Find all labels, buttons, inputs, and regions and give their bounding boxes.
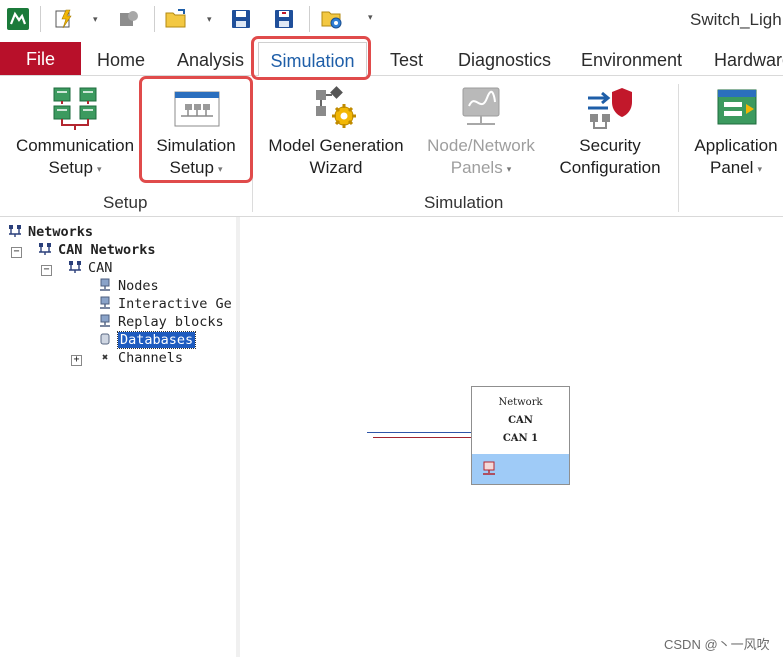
record-icon[interactable] [116, 6, 140, 32]
chevron-down-icon[interactable]: ▾ [93, 14, 98, 25]
tree-node-networks[interactable]: Networks [8, 223, 93, 241]
node-network-panels-icon [457, 84, 505, 132]
model-generation-wizard-button[interactable]: Model Generation Wizard [262, 76, 410, 186]
tree-node-interactive-generator[interactable]: Interactive Ge [98, 295, 232, 313]
security-shield-icon [586, 84, 634, 132]
communication-setup-icon [52, 84, 100, 132]
node-icon [98, 314, 112, 328]
tab-environment[interactable]: Environment [581, 42, 682, 75]
node-icon [98, 296, 112, 310]
simulation-setup-button[interactable]: Simulation Setup ▾ [145, 76, 247, 186]
model-generation-icon [312, 84, 360, 132]
app-logo-icon[interactable] [6, 7, 30, 31]
chevron-down-icon: ▾ [96, 163, 102, 174]
security-configuration-label: Security Configuration [559, 136, 661, 177]
group-separator [678, 84, 679, 212]
open-folder-icon[interactable] [164, 6, 188, 32]
group-separator [252, 84, 253, 212]
network-icon [38, 242, 52, 256]
window-title: Switch_Ligh [690, 10, 782, 29]
network-block-channel: CAN 1 [502, 433, 539, 444]
tree-node-can[interactable]: CAN [68, 259, 112, 277]
tree-node-can-networks[interactable]: CAN Networks [38, 241, 156, 259]
node-icon [98, 278, 112, 292]
channel-icon [98, 350, 112, 364]
chevron-down-icon[interactable]: ▾ [207, 14, 212, 25]
collapse-toggle[interactable]: − [41, 265, 52, 276]
network-block-bus: CAN [508, 415, 533, 426]
network-icon [8, 224, 22, 238]
toolbar-separator [154, 6, 155, 32]
save-icon[interactable] [229, 6, 253, 32]
application-panel-icon [714, 84, 762, 132]
network-block-can[interactable]: Network CAN CAN 1 [471, 386, 570, 485]
group-label-setup: Setup [103, 193, 148, 212]
database-icon [98, 332, 112, 346]
communication-setup-button[interactable]: Communication Setup ▾ [8, 76, 142, 186]
application-panel-label: Application Panel ▾ [694, 136, 778, 177]
node-network-panels-button[interactable]: Node/Network Panels ▾ [418, 76, 544, 186]
tree-node-channels[interactable]: Channels [98, 349, 183, 367]
toolbar-separator [309, 6, 310, 32]
network-node-icon [481, 461, 497, 481]
save-as-icon[interactable] [272, 6, 296, 32]
ribbon-tab-bar: File Home Analysis Simulation Test Diagn… [0, 42, 783, 76]
lightning-doc-icon[interactable] [52, 6, 76, 32]
watermark: CSDN @丶一风吹 [664, 637, 770, 652]
application-panel-button[interactable]: Application Panel ▾ [686, 76, 783, 186]
tree-node-nodes[interactable]: Nodes [98, 277, 159, 295]
config-icon[interactable] [320, 6, 344, 32]
toolbar-separator [40, 6, 41, 32]
chevron-down-icon: ▾ [757, 163, 762, 174]
collapse-toggle[interactable]: − [11, 247, 22, 258]
ribbon-panel: Communication Setup▾ Simulation Setup▾ [0, 76, 783, 217]
communication-setup-label: Communication Setup ▾ [15, 136, 135, 177]
tab-diagnostics[interactable]: Diagnostics [458, 42, 551, 75]
tree-node-replay-blocks[interactable]: Replay blocks [98, 313, 224, 331]
tab-test[interactable]: Test [390, 42, 423, 75]
network-icon [68, 260, 82, 274]
node-network-panels-label: Node/Network Panels ▾ [427, 136, 535, 177]
tree-node-databases[interactable]: Databases [98, 331, 197, 349]
network-tree: Networks − CAN Networks − CAN Nodes Inte… [0, 217, 237, 657]
can-bus-line[interactable] [373, 437, 471, 438]
simulation-setup-label: Simulation Setup ▾ [156, 136, 236, 177]
chevron-down-icon: ▾ [217, 163, 223, 174]
tab-home[interactable]: Home [97, 42, 145, 75]
expand-toggle[interactable]: + [71, 355, 82, 366]
network-block-type: Network [498, 397, 543, 408]
can-bus-line[interactable] [367, 432, 471, 433]
quick-access-toolbar: ▾ ▾ ▾ Switch_Ligh [0, 0, 783, 40]
model-generation-label: Model Generation Wizard [268, 136, 404, 177]
tab-simulation[interactable]: Simulation [258, 42, 367, 76]
network-block-footer [472, 454, 569, 484]
simulation-setup-icon [173, 84, 221, 132]
tab-hardware[interactable]: Hardware [714, 42, 783, 75]
tab-analysis[interactable]: Analysis [177, 42, 244, 75]
customize-icon[interactable]: ▾ [368, 12, 373, 23]
tab-file[interactable]: File [0, 42, 81, 75]
chevron-down-icon: ▾ [506, 163, 512, 174]
group-label-simulation: Simulation [424, 193, 504, 212]
security-configuration-button[interactable]: Security Configuration [552, 76, 668, 186]
